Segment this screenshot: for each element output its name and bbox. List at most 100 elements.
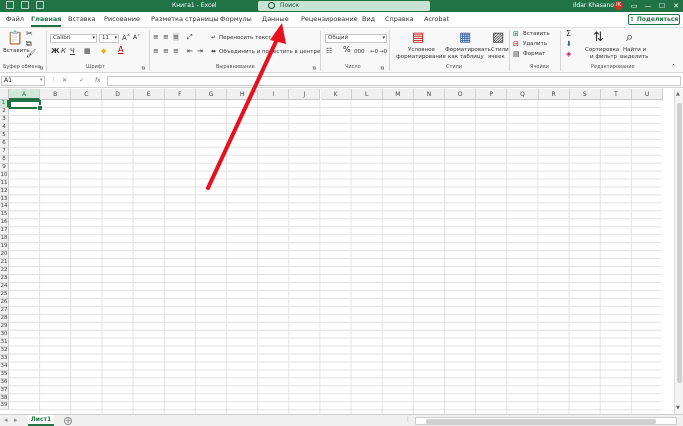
font-launcher-icon[interactable]: ⧅ [142, 64, 145, 72]
percent-button[interactable]: % [343, 46, 351, 54]
column-header[interactable]: J [289, 89, 321, 100]
user-name[interactable]: Ildar Khasanov [573, 2, 618, 9]
row-header[interactable]: 5 [0, 131, 9, 140]
vertical-scrollbar[interactable]: ▲ ▼ [674, 89, 683, 414]
cell-area[interactable] [9, 100, 661, 414]
column-header[interactable]: T [600, 89, 632, 100]
collapse-ribbon-icon[interactable]: ˄ [672, 64, 675, 72]
row-header[interactable]: 1 [0, 100, 9, 108]
autosum-icon[interactable]: Σ [566, 30, 571, 38]
orientation-icon[interactable]: ⤢ [187, 33, 193, 41]
tab-review[interactable]: Рецензирование [301, 15, 358, 23]
sort-filter-label-2[interactable]: и фильтр [590, 54, 617, 60]
row-header[interactable]: 37 [0, 386, 9, 395]
row-header[interactable]: 16 [0, 219, 9, 228]
row-header[interactable]: 26 [0, 299, 9, 307]
column-header[interactable]: M [382, 89, 414, 100]
fill-icon[interactable]: ⬇ [566, 40, 572, 48]
row-header[interactable]: 31 [0, 338, 9, 347]
row-header[interactable]: 33 [0, 354, 9, 363]
column-header[interactable]: E [133, 89, 165, 100]
avatar[interactable]: IK [614, 1, 623, 10]
row-header[interactable]: 39 [0, 402, 9, 411]
row-header[interactable]: 34 [0, 362, 9, 371]
row-header[interactable]: 14 [0, 203, 9, 212]
row-header[interactable]: 27 [0, 306, 9, 315]
delete-cells-button[interactable]: Удалить [523, 41, 547, 47]
fill-color-icon[interactable]: ◆ [101, 47, 106, 55]
accounting-format-icon[interactable]: ☷ [326, 47, 332, 55]
row-header[interactable]: 4 [0, 123, 9, 132]
undo-icon[interactable] [36, 1, 44, 9]
row-header[interactable]: 36 [0, 378, 9, 387]
cancel-edit-icon[interactable]: ✕ [62, 77, 67, 84]
select-all-corner[interactable] [0, 89, 9, 100]
paste-icon[interactable]: 📋 [7, 32, 23, 45]
align-center-icon[interactable]: ≡ [163, 47, 169, 55]
row-header[interactable]: 20 [0, 251, 9, 260]
tab-page-layout[interactable]: Разметка страницы [151, 15, 219, 23]
increase-font-icon[interactable]: A˄ [122, 34, 130, 42]
sort-filter-icon[interactable]: ⇅ [593, 31, 604, 44]
active-cell[interactable] [9, 100, 43, 111]
row-header[interactable]: 28 [0, 314, 9, 323]
sheet-tab[interactable]: Лист1 [28, 415, 54, 426]
row-header[interactable]: 18 [0, 235, 9, 244]
column-header[interactable]: U [632, 89, 664, 100]
tab-insert[interactable]: Вставка [68, 15, 96, 23]
row-header[interactable]: 7 [0, 147, 9, 156]
row-header[interactable]: 38 [0, 394, 9, 403]
row-header[interactable]: 8 [0, 155, 9, 164]
spreadsheet-grid[interactable]: ABCDEFGHIJKLMNOPQRSTU 1 2 3 4 5 6 7 8 9 10 11 12 13 1… [0, 89, 683, 414]
font-name-select[interactable]: Calibri ▾ [50, 34, 97, 43]
format-painter-icon[interactable]: 🖌 [26, 50, 36, 58]
insert-function-icon[interactable]: fx [95, 77, 101, 84]
decrease-decimal-icon[interactable]: →0 [379, 48, 387, 56]
row-header[interactable]: 17 [0, 227, 9, 236]
scroll-thumb[interactable] [426, 419, 656, 424]
column-header[interactable]: F [164, 89, 196, 100]
save-icon[interactable] [21, 1, 29, 9]
column-header[interactable]: R [538, 89, 570, 100]
alignment-launcher-icon[interactable]: ⧅ [313, 64, 316, 72]
clear-icon[interactable]: ◈ [566, 50, 571, 58]
column-header[interactable]: C [71, 89, 103, 100]
prev-sheet-icon[interactable]: ◂ [4, 416, 8, 424]
merge-center-button[interactable]: Объединить и поместить в центре [219, 49, 320, 55]
row-header[interactable]: 35 [0, 370, 9, 379]
tab-formulas[interactable]: Формулы [220, 15, 252, 23]
format-cells-button[interactable]: Формат [523, 51, 545, 57]
number-launcher-icon[interactable]: ⧅ [381, 64, 384, 72]
increase-decimal-icon[interactable]: ←0 [370, 48, 378, 56]
increase-indent-icon[interactable]: ⇥ [197, 47, 203, 55]
align-top-icon[interactable]: ≡ [153, 33, 159, 41]
tab-view[interactable]: Вид [362, 15, 375, 23]
row-header[interactable]: 9 [0, 163, 9, 172]
conditional-formatting-icon[interactable]: ▤ [412, 31, 424, 44]
column-header[interactable]: Q [507, 89, 539, 100]
italic-button[interactable]: К [61, 47, 66, 55]
column-header[interactable]: A [9, 89, 41, 100]
minimize-button[interactable]: — [641, 0, 655, 12]
column-header[interactable]: H [227, 89, 259, 100]
row-header[interactable]: 11 [0, 179, 9, 188]
tab-file[interactable]: Файл [6, 15, 24, 23]
tab-acrobat[interactable]: Acrobat [424, 15, 449, 23]
share-button[interactable]: ⇪ Поделиться [628, 14, 680, 25]
row-header[interactable]: 29 [0, 322, 9, 331]
font-color-icon[interactable]: A [118, 46, 123, 54]
chevron-down-icon[interactable]: ▾ [40, 77, 43, 83]
column-header[interactable]: I [258, 89, 290, 100]
scroll-down-icon[interactable]: ▼ [676, 405, 680, 411]
decrease-font-icon[interactable]: A˅ [133, 34, 140, 42]
formula-input[interactable] [107, 76, 681, 86]
find-select-icon[interactable]: ⌕ [626, 31, 633, 44]
format-as-table-label-1[interactable]: Форматировать [445, 47, 491, 53]
clipboard-launcher-icon[interactable]: ⧅ [40, 64, 43, 72]
column-header[interactable]: L [351, 89, 383, 100]
scroll-thumb[interactable] [677, 103, 682, 383]
copy-icon[interactable]: ⧉ [26, 40, 32, 48]
name-box[interactable]: A1 [1, 76, 45, 86]
sort-filter-label-1[interactable]: Сортировка [585, 47, 619, 53]
tab-draw[interactable]: Рисование [104, 15, 140, 23]
